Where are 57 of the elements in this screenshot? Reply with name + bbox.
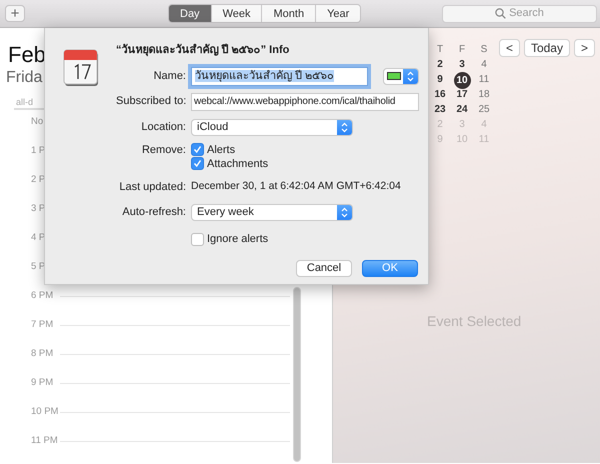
view-tab[interactable]: Year [315, 5, 360, 22]
calendar-day[interactable]: 9 [437, 74, 443, 85]
hour-label: 10 PM [30, 404, 60, 419]
calendar-icon [63, 49, 100, 88]
weekday-label: F [458, 43, 466, 57]
checkbox-label: Alerts [207, 142, 236, 156]
view-tab[interactable]: Month [261, 5, 316, 22]
calendar-day[interactable]: 17 [456, 89, 468, 100]
next-button[interactable]: > [574, 39, 595, 57]
field-label: Last updated: [118, 180, 186, 194]
weekday-label: T [436, 43, 444, 57]
auto-refresh-popup[interactable]: Every week [191, 204, 353, 221]
calendar-day[interactable]: 3 [459, 59, 465, 70]
month-title: Feb [8, 42, 46, 68]
location-popup[interactable]: iCloud [191, 118, 353, 136]
view-tab[interactable]: Day [169, 5, 211, 22]
checkbox-label: Attachments [207, 156, 268, 170]
hour-label: 9 PM [30, 376, 54, 390]
search-icon [495, 8, 506, 19]
checkbox[interactable] [191, 232, 204, 246]
color-popup[interactable] [383, 68, 419, 84]
scrollbar[interactable] [293, 287, 301, 462]
checkbox[interactable] [191, 143, 204, 156]
checkbox[interactable] [191, 157, 204, 170]
field-label: Name: [152, 68, 186, 84]
field-label: Subscribed to: [116, 94, 186, 110]
last-updated-value: December 30, 1 at 6:42:04 AM GMT+6:42:04 [191, 178, 401, 194]
weekday-label: S [480, 43, 488, 57]
calendar-day[interactable]: 24 [456, 104, 468, 115]
chevrons-icon [341, 122, 348, 132]
chevrons-icon [341, 207, 348, 218]
hour-label: 6 PM [30, 288, 54, 303]
calendar-day[interactable]: 23 [434, 104, 446, 115]
cancel-button[interactable]: Cancel [296, 260, 352, 276]
checkbox-label: Ignore alerts [207, 232, 268, 247]
url-field[interactable]: webcal://www.webappiphone.com/ical/thaiholid [191, 92, 419, 110]
today-button[interactable]: Today [524, 39, 570, 57]
add-button[interactable]: + [5, 5, 25, 22]
hour-label: No [30, 114, 44, 129]
field-label: Remove: [140, 142, 186, 156]
field-label: Location: [140, 120, 186, 135]
hour-label: 11 PM [30, 434, 59, 448]
hour-label: 7 PM [30, 318, 54, 332]
calendar-day[interactable]: 18 [478, 89, 490, 100]
dialog-title: “วันหยุดและวันสำคัญ ปี ๒๕๖๐” Info [116, 42, 290, 58]
hour-label: 8 PM [30, 346, 54, 361]
field-label: Auto-refresh: [121, 205, 186, 220]
calendar-day[interactable]: 4 [481, 59, 487, 70]
calendar-day[interactable]: 16 [434, 89, 446, 100]
view-tab[interactable]: Week [210, 5, 262, 22]
calendar-day[interactable]: 25 [478, 104, 490, 115]
calendar-day[interactable]: 11 [478, 74, 490, 85]
previous-button[interactable]: < [498, 39, 520, 57]
calendar-day[interactable]: 10 [454, 72, 470, 89]
weekday-title: Frida [6, 68, 42, 88]
calendar-day[interactable]: 2 [437, 59, 443, 70]
chevrons-icon [407, 70, 414, 82]
